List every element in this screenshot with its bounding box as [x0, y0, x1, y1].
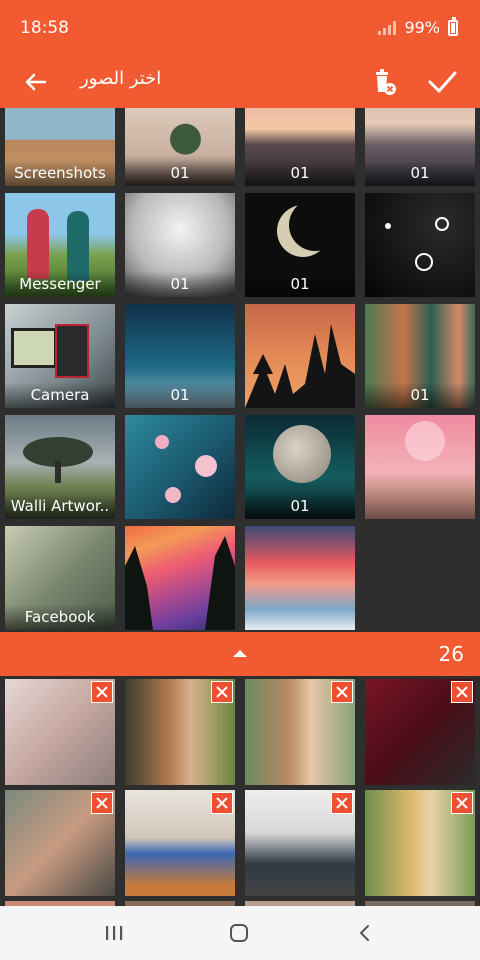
photo-tree-sunset[interactable]: 01 — [125, 108, 235, 186]
photo-autumn-forest[interactable]: 01 — [365, 304, 475, 408]
selected-photo[interactable] — [5, 790, 115, 896]
toolbar: اختر الصور — [0, 56, 480, 108]
clear-selection-button[interactable] — [366, 64, 402, 100]
selected-photo[interactable] — [365, 790, 475, 896]
close-x-icon — [336, 797, 348, 809]
recents-button[interactable] — [104, 924, 124, 942]
chevron-left-icon — [360, 925, 369, 941]
photo-mountain-lake[interactable]: 01 — [245, 108, 355, 186]
photo-moon-astronaut[interactable]: 01 — [245, 193, 355, 297]
selected-photo[interactable] — [245, 679, 355, 785]
close-x-icon — [456, 797, 468, 809]
close-x-icon — [96, 686, 108, 698]
selected-photo[interactable] — [5, 679, 115, 785]
photo-label: 01 — [245, 271, 355, 297]
album-screenshots[interactable]: Screenshots — [5, 108, 115, 186]
remove-photo-button[interactable] — [211, 792, 233, 814]
system-nav-bar — [0, 906, 480, 960]
remove-photo-button[interactable] — [451, 681, 473, 703]
photo-dusk-valley[interactable]: 01 — [365, 108, 475, 186]
expand-selection-button[interactable] — [228, 646, 252, 662]
close-x-icon — [336, 686, 348, 698]
signal-icon — [378, 20, 397, 35]
remove-photo-button[interactable] — [331, 792, 353, 814]
photo-fog[interactable]: 01 — [125, 193, 235, 297]
album-label: Screenshots — [5, 160, 115, 186]
pine-silhouette — [245, 324, 355, 408]
photo-label: 01 — [125, 382, 235, 408]
album-label: Facebook — [5, 604, 115, 630]
chevron-up-icon — [233, 650, 247, 657]
home-icon — [230, 924, 248, 942]
selected-count: 26 — [438, 642, 464, 666]
page-title: اختر الصور — [80, 68, 162, 89]
album-walli-artworks[interactable]: Walli Artwor.. — [5, 415, 115, 519]
album-label: Messenger — [5, 271, 115, 297]
selected-photo[interactable] — [365, 679, 475, 785]
photo-moon-aurora[interactable]: 01 — [245, 415, 355, 519]
photo-label: 01 — [125, 160, 235, 186]
remove-photo-button[interactable] — [451, 792, 473, 814]
home-button[interactable] — [228, 922, 250, 944]
album-label: Camera — [5, 382, 115, 408]
arrow-back-icon — [25, 73, 47, 91]
album-messenger[interactable]: Messenger — [5, 193, 115, 297]
remove-photo-button[interactable] — [91, 681, 113, 703]
album-label: Walli Artwor.. — [5, 493, 115, 519]
album-facebook[interactable]: Facebook — [5, 526, 115, 630]
photo-sunset-mountain[interactable] — [245, 526, 355, 630]
remove-photo-button[interactable] — [331, 681, 353, 703]
trash-clear-icon — [376, 69, 396, 95]
close-x-icon — [96, 797, 108, 809]
battery-icon — [448, 16, 458, 36]
photo-label: 01 — [245, 493, 355, 519]
remove-photo-button[interactable] — [211, 681, 233, 703]
battery-percent: 99% — [404, 18, 440, 37]
confirm-button[interactable] — [422, 64, 462, 100]
status-indicators: 99% — [378, 16, 458, 37]
photo-grid: Screenshots 01 01 01 Messenger 01 01 Cam… — [0, 108, 480, 632]
selection-bar: 26 — [0, 632, 480, 676]
photo-cherry-blossom[interactable] — [125, 415, 235, 519]
photo-label: 01 — [365, 160, 475, 186]
album-camera[interactable]: Camera — [5, 304, 115, 408]
photo-label: 01 — [365, 382, 475, 408]
recents-icon — [106, 926, 123, 940]
selected-photo[interactable] — [245, 790, 355, 896]
photo-starry-sky[interactable]: 01 — [125, 304, 235, 408]
photo-pine-sunset[interactable] — [245, 304, 355, 408]
selected-photo[interactable] — [125, 790, 235, 896]
selected-photo[interactable] — [125, 679, 235, 785]
system-back-button[interactable] — [354, 922, 376, 944]
status-time: 18:58 — [20, 18, 69, 38]
photo-striped-sunset[interactable] — [125, 526, 235, 630]
close-x-icon — [216, 797, 228, 809]
photo-label: 01 — [125, 271, 235, 297]
pine-silhouette — [125, 536, 235, 630]
check-icon — [428, 71, 457, 93]
photo-space-doodle[interactable] — [365, 193, 475, 297]
close-x-icon — [456, 686, 468, 698]
status-bar: 18:58 99% — [0, 0, 480, 56]
remove-photo-button[interactable] — [91, 792, 113, 814]
photo-label: 01 — [245, 160, 355, 186]
photo-pink-sky[interactable] — [365, 415, 475, 519]
selected-photos — [0, 676, 480, 908]
back-button[interactable] — [18, 64, 54, 100]
close-x-icon — [216, 686, 228, 698]
